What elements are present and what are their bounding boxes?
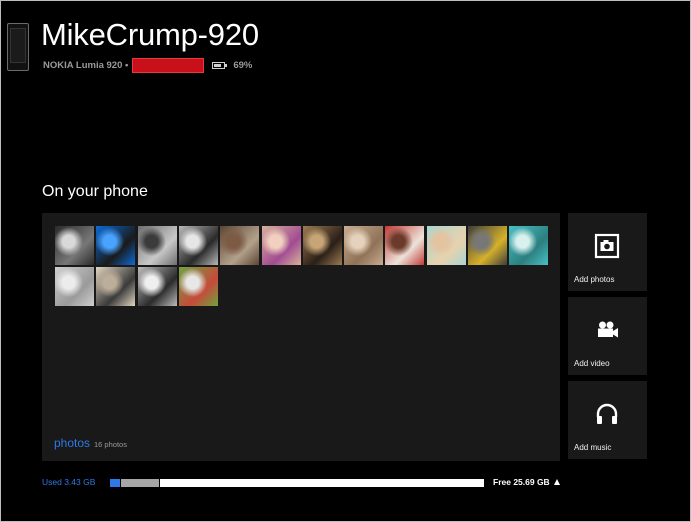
photo-thumbnail[interactable] xyxy=(220,226,260,265)
free-storage-segment xyxy=(160,479,484,487)
photo-thumbnail[interactable] xyxy=(96,267,136,306)
device-model: NOKIA Lumia 920 • xyxy=(43,59,129,71)
photo-thumbnail[interactable] xyxy=(137,267,177,306)
add-photos-label: Add photos xyxy=(574,275,615,284)
photo-thumbnail[interactable] xyxy=(344,226,384,265)
free-storage-label[interactable]: Free 25.69 GB xyxy=(493,477,560,487)
add-music-tile[interactable]: Add music xyxy=(568,381,647,459)
photo-thumbnail[interactable] xyxy=(55,267,94,306)
photo-thumbnail[interactable] xyxy=(178,267,218,306)
headphones-icon xyxy=(596,403,618,424)
photo-thumbnail[interactable] xyxy=(468,226,507,265)
storage-bar: Used 3.43 GB Free 25.69 GB xyxy=(1,475,691,491)
device-info: NOKIA Lumia 920 • 69% xyxy=(43,57,252,73)
device-name: MikeCrump-920 xyxy=(41,17,259,52)
used-storage-segment xyxy=(108,479,120,487)
redacted-phone-number xyxy=(132,57,205,73)
photo-thumbnail[interactable] xyxy=(426,226,466,265)
free-storage-text: Free 25.69 GB xyxy=(493,477,550,487)
photo-thumbnail[interactable] xyxy=(509,226,549,265)
photo-thumbnail[interactable] xyxy=(55,226,94,265)
video-camera-icon xyxy=(598,321,618,338)
add-photos-tile[interactable]: Add photos xyxy=(568,213,647,291)
app-window: MikeCrump-920 NOKIA Lumia 920 • 69% On y… xyxy=(0,0,691,522)
battery-percent: 69% xyxy=(233,59,253,71)
photos-panel[interactable]: photos 16 photos xyxy=(42,213,560,461)
camera-frame-icon xyxy=(594,233,620,259)
photo-thumbnail[interactable] xyxy=(178,226,218,265)
other-storage-segment xyxy=(121,479,159,487)
add-music-label: Add music xyxy=(574,443,612,452)
photo-thumbnail[interactable] xyxy=(96,226,136,265)
used-storage-label: Used 3.43 GB xyxy=(42,477,96,487)
battery-icon xyxy=(212,61,228,69)
add-video-label: Add video xyxy=(574,359,610,368)
photos-label[interactable]: photos xyxy=(54,436,90,450)
phone-icon xyxy=(7,23,29,71)
photo-thumbnail[interactable] xyxy=(137,226,177,265)
section-heading: On your phone xyxy=(42,183,148,200)
photo-thumbnail[interactable] xyxy=(261,226,301,265)
add-video-tile[interactable]: Add video xyxy=(568,297,647,375)
photo-thumbnail[interactable] xyxy=(302,226,342,265)
photos-count: 16 photos xyxy=(94,440,127,449)
caret-up-icon[interactable] xyxy=(553,479,560,485)
photo-thumbnail[interactable] xyxy=(385,226,425,265)
